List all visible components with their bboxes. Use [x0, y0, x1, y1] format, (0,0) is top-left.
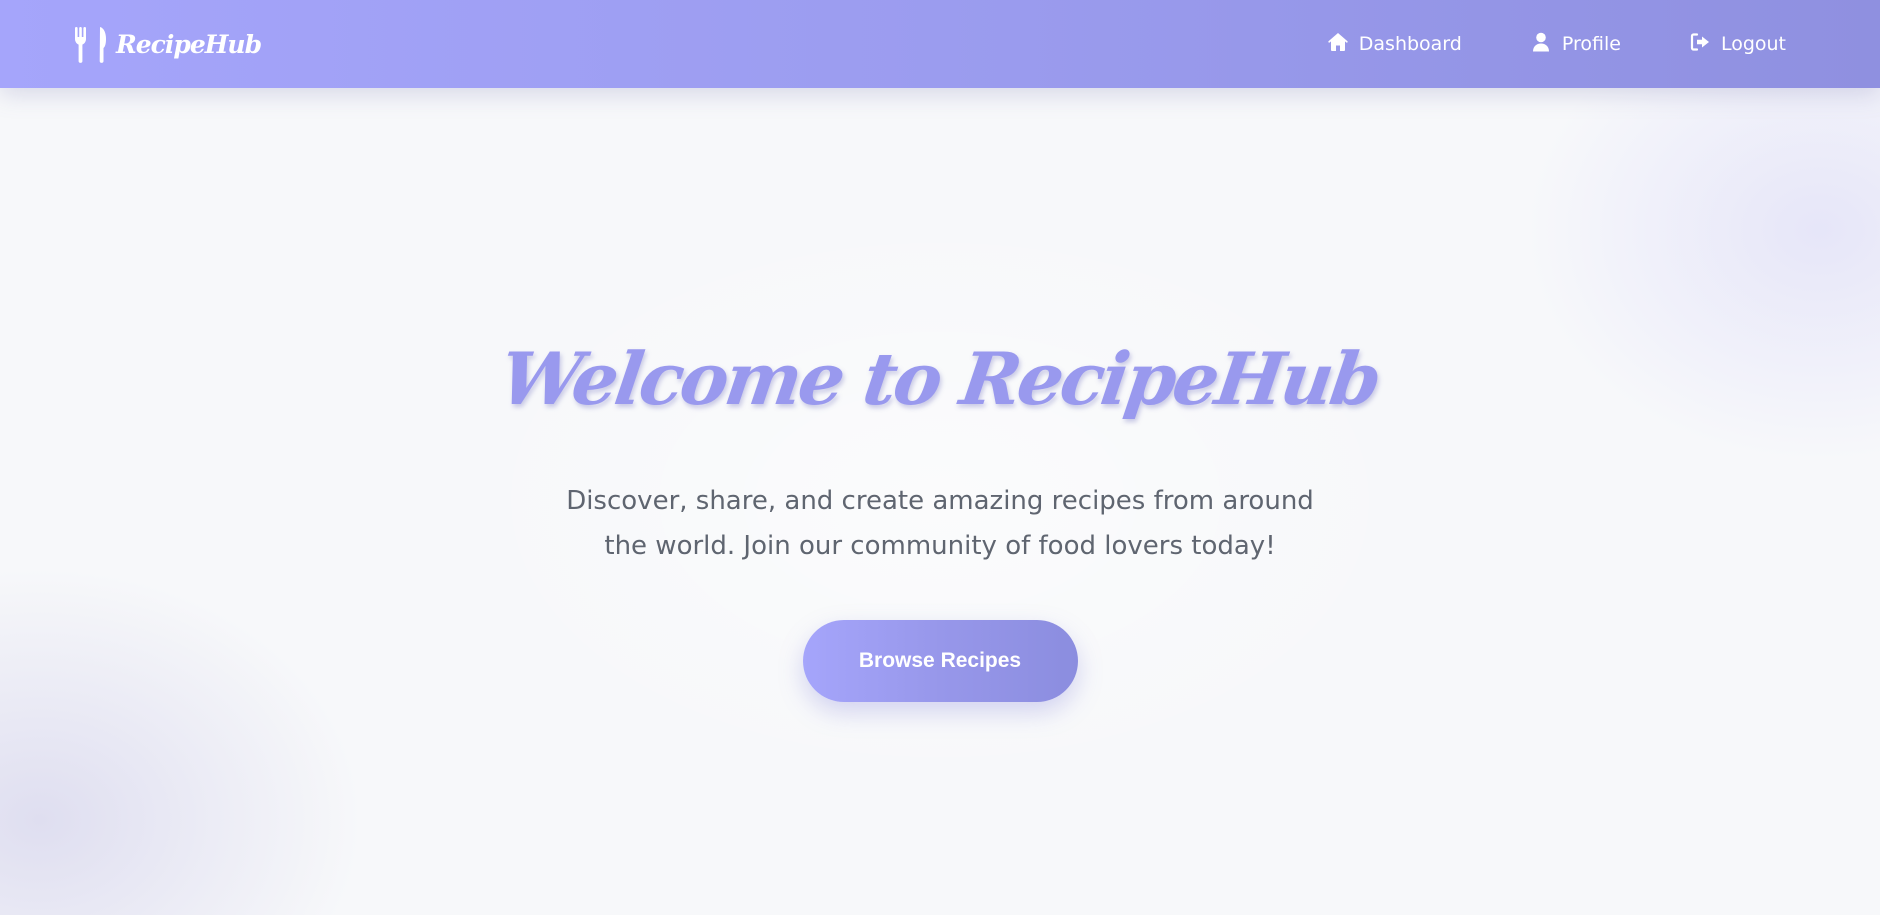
hero-subtitle: Discover, share, and create amazing reci… [566, 486, 1314, 561]
home-icon [1327, 31, 1349, 58]
hero-section: Welcome to RecipeHub Discover, share, an… [0, 88, 1880, 915]
logout-icon [1689, 31, 1711, 58]
nav-link-dashboard[interactable]: Dashboard [1327, 31, 1462, 58]
utensils-icon [74, 25, 108, 63]
top-navbar: RecipeHub Dashboard Profile Logout [0, 0, 1880, 88]
brand-logo[interactable]: RecipeHub [74, 25, 262, 63]
user-icon [1530, 31, 1552, 58]
nav-link-logout[interactable]: Logout [1689, 31, 1786, 58]
hero-title: Welcome to RecipeHub [495, 336, 1385, 421]
nav-link-label: Dashboard [1358, 33, 1462, 55]
nav-links: Dashboard Profile Logout [1327, 31, 1786, 58]
nav-link-profile[interactable]: Profile [1530, 31, 1621, 58]
nav-link-label: Logout [1720, 33, 1786, 55]
browse-recipes-button[interactable]: Browse Recipes [802, 620, 1078, 702]
nav-link-label: Profile [1561, 33, 1621, 55]
brand-name: RecipeHub [116, 29, 262, 59]
